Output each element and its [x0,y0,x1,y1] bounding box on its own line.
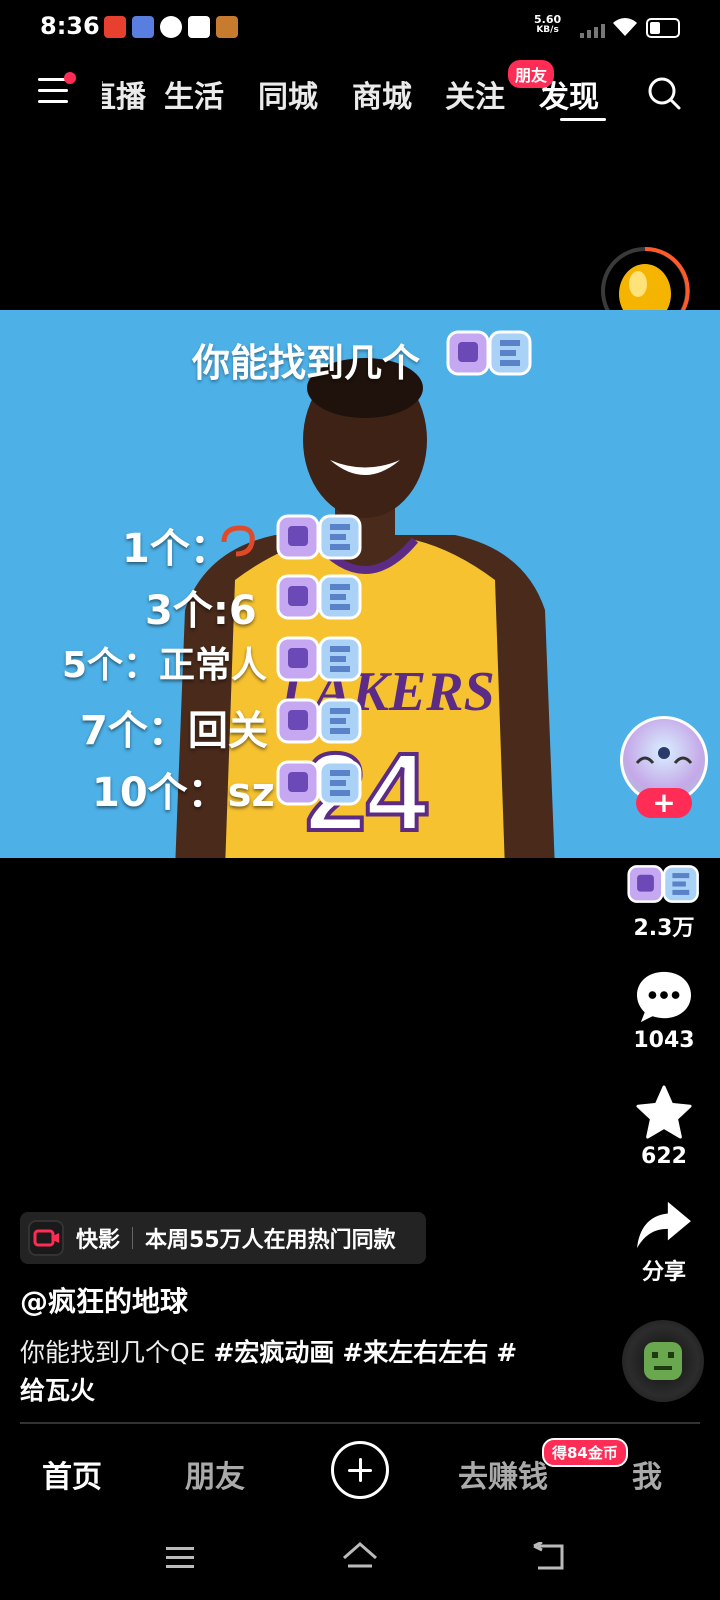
author-name[interactable]: @疯狂的地球 [20,1280,188,1320]
qe-icon [276,760,362,806]
tab-live[interactable]: 直播 [102,72,146,116]
chip-divider [132,1227,134,1249]
music-cover-icon [644,1342,682,1380]
hashtag[interactable]: #来左右左右 [342,1338,488,1367]
count-line-3: 5个：正常人 [62,645,268,686]
template-chip[interactable]: 快影 本周55万人在用热门同款 [20,1212,426,1264]
shrimp-icon [221,525,255,557]
star-icon [636,1085,692,1139]
bottom-divider [20,1422,700,1424]
count-line-4: 7个：回关 [80,708,268,754]
comment-count: 1043 [633,1028,695,1053]
comment-button[interactable]: 1043 [620,970,708,1053]
system-nav-bar [0,1530,720,1600]
nav-friends[interactable]: 朋友 [185,1452,245,1496]
qe-icon [446,330,532,376]
net-speed-value: 5.60 [534,13,562,26]
status-bar: 8:36 5.60 KB/s [0,0,720,56]
notification-dot [64,72,76,84]
chip-text: 本周55万人在用热门同款 [145,1228,396,1253]
nav-earn[interactable]: 去赚钱 [458,1452,548,1496]
chip-brand: 快影 [76,1228,121,1253]
wifi-icon [613,18,637,36]
top-nav: 直播 生活 同城 商城 关注 发现 [0,64,720,128]
network-speed: 5.60 KB/s [534,14,561,36]
count-line-5: 10个：sz [92,770,275,816]
favorite-button[interactable]: 622 [620,1084,708,1169]
count-line-2: 3个:6 [145,588,257,634]
app-icon [160,16,182,38]
book-icon [188,16,210,38]
back-icon[interactable] [532,1542,568,1572]
net-speed-unit: KB/s [536,25,559,35]
comment-icon [637,971,691,1023]
signal-icon [580,24,605,38]
qe-icon [276,514,362,560]
qe-icon [276,574,362,620]
share-label: 分享 [641,1260,686,1285]
tab-local[interactable]: 同城 [258,72,318,116]
favorite-count: 622 [641,1144,687,1169]
active-tab-indicator [560,118,606,121]
tab-life[interactable]: 生活 [164,72,224,116]
app-icon [216,16,238,38]
recent-apps-icon[interactable] [164,1544,196,1572]
description-text: 你能找到几个QE [20,1338,206,1367]
qe-icon [276,698,362,744]
like-button[interactable]: 2.3万 [620,862,708,942]
nav-me[interactable]: 我 [632,1452,662,1496]
share-icon [637,1201,691,1249]
share-button[interactable]: 分享 [620,1200,708,1286]
coin-badge: 得84金币 [542,1438,628,1467]
count-line-1: 1个： [122,526,230,572]
kuaiying-logo-icon [28,1220,64,1256]
video-description: 你能找到几个QE #宏疯动画 #来左右左右 #给瓦火 [20,1334,540,1410]
tab-mall[interactable]: 商城 [352,72,412,116]
follow-button[interactable]: + [636,788,692,818]
search-icon[interactable] [646,75,682,111]
friend-badge: 朋友 [508,60,555,88]
battery-icon [646,18,680,38]
video-player[interactable]: LAKERS 24 你能找到几个 1个： 3个:6 5个：正常人 7个：回关 1… [0,310,720,858]
tab-following[interactable]: 关注 [445,72,505,116]
like-count: 2.3万 [633,916,695,941]
clock: 8:36 [40,12,100,40]
menu-icon[interactable] [38,78,68,104]
app-icon [132,16,154,38]
nav-home[interactable]: 首页 [42,1452,102,1496]
notification-icons [104,16,238,38]
home-icon[interactable] [340,1540,380,1574]
hashtag[interactable]: #宏疯动画 [213,1338,334,1367]
qe-like-icon [627,865,699,903]
create-button[interactable] [331,1441,389,1499]
qe-icon [276,636,362,682]
music-disc[interactable] [622,1320,704,1402]
video-title: 你能找到几个 [192,341,421,385]
app-icon [104,16,126,38]
